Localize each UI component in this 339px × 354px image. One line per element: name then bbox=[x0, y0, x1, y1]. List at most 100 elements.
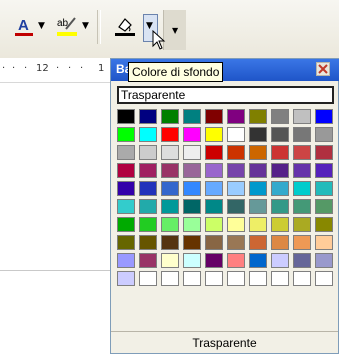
color-swatch[interactable] bbox=[183, 163, 201, 178]
color-swatch[interactable] bbox=[293, 163, 311, 178]
color-swatch[interactable] bbox=[271, 199, 289, 214]
color-swatch[interactable] bbox=[227, 181, 245, 196]
color-swatch[interactable] bbox=[161, 163, 179, 178]
color-swatch[interactable] bbox=[293, 235, 311, 250]
color-swatch[interactable] bbox=[249, 181, 267, 196]
color-swatch[interactable] bbox=[161, 217, 179, 232]
highlight-button[interactable]: ab bbox=[55, 14, 79, 38]
color-swatch[interactable] bbox=[161, 181, 179, 196]
color-swatch[interactable] bbox=[205, 199, 223, 214]
color-swatch[interactable] bbox=[315, 109, 333, 124]
color-swatch[interactable] bbox=[293, 253, 311, 268]
chevron-down-icon[interactable]: ▼ bbox=[172, 26, 178, 35]
color-swatch[interactable] bbox=[315, 145, 333, 160]
color-swatch[interactable] bbox=[139, 127, 157, 142]
color-swatch[interactable] bbox=[271, 253, 289, 268]
color-swatch[interactable] bbox=[315, 127, 333, 142]
color-swatch[interactable] bbox=[315, 235, 333, 250]
color-swatch[interactable] bbox=[227, 145, 245, 160]
color-swatch[interactable] bbox=[227, 163, 245, 178]
color-swatch[interactable] bbox=[227, 253, 245, 268]
color-swatch[interactable] bbox=[139, 271, 157, 286]
color-swatch[interactable] bbox=[293, 181, 311, 196]
color-swatch[interactable] bbox=[161, 235, 179, 250]
color-swatch[interactable] bbox=[315, 253, 333, 268]
font-color-dropdown-arrow[interactable]: ▼ bbox=[38, 21, 45, 31]
color-swatch[interactable] bbox=[227, 109, 245, 124]
color-swatch[interactable] bbox=[183, 271, 201, 286]
color-swatch[interactable] bbox=[161, 199, 179, 214]
color-swatch[interactable] bbox=[117, 127, 135, 142]
color-swatch[interactable] bbox=[205, 145, 223, 160]
transparent-footer-button[interactable]: Trasparente bbox=[111, 331, 338, 354]
color-swatch[interactable] bbox=[271, 109, 289, 124]
color-swatch[interactable] bbox=[139, 109, 157, 124]
color-swatch[interactable] bbox=[227, 271, 245, 286]
color-swatch[interactable] bbox=[205, 181, 223, 196]
color-swatch[interactable] bbox=[249, 271, 267, 286]
color-swatch[interactable] bbox=[183, 145, 201, 160]
color-swatch[interactable] bbox=[293, 199, 311, 214]
color-swatch[interactable] bbox=[293, 145, 311, 160]
color-swatch[interactable] bbox=[227, 235, 245, 250]
color-swatch[interactable] bbox=[315, 199, 333, 214]
color-swatch[interactable] bbox=[139, 145, 157, 160]
color-swatch[interactable] bbox=[205, 235, 223, 250]
color-swatch[interactable] bbox=[249, 163, 267, 178]
color-swatch[interactable] bbox=[139, 217, 157, 232]
close-button[interactable] bbox=[316, 62, 330, 76]
color-swatch[interactable] bbox=[183, 235, 201, 250]
color-swatch[interactable] bbox=[271, 163, 289, 178]
color-swatch[interactable] bbox=[205, 163, 223, 178]
color-swatch[interactable] bbox=[227, 127, 245, 142]
color-swatch[interactable] bbox=[117, 235, 135, 250]
color-swatch[interactable] bbox=[139, 235, 157, 250]
color-swatch[interactable] bbox=[117, 181, 135, 196]
color-swatch[interactable] bbox=[183, 253, 201, 268]
color-swatch[interactable] bbox=[183, 127, 201, 142]
color-swatch[interactable] bbox=[139, 163, 157, 178]
color-swatch[interactable] bbox=[117, 163, 135, 178]
color-swatch[interactable] bbox=[249, 253, 267, 268]
color-swatch[interactable] bbox=[315, 217, 333, 232]
color-swatch[interactable] bbox=[139, 181, 157, 196]
font-color-button[interactable]: A bbox=[12, 14, 36, 38]
color-swatch[interactable] bbox=[315, 163, 333, 178]
highlight-dropdown-arrow[interactable]: ▼ bbox=[82, 21, 89, 31]
color-swatch[interactable] bbox=[227, 217, 245, 232]
color-swatch[interactable] bbox=[139, 199, 157, 214]
color-swatch[interactable] bbox=[183, 109, 201, 124]
color-swatch[interactable] bbox=[271, 145, 289, 160]
color-swatch[interactable] bbox=[271, 235, 289, 250]
color-swatch[interactable] bbox=[117, 271, 135, 286]
color-swatch[interactable] bbox=[271, 271, 289, 286]
color-swatch[interactable] bbox=[205, 253, 223, 268]
color-swatch[interactable] bbox=[117, 109, 135, 124]
background-color-button[interactable] bbox=[113, 14, 137, 38]
color-swatch[interactable] bbox=[183, 217, 201, 232]
color-swatch[interactable] bbox=[117, 253, 135, 268]
color-swatch[interactable] bbox=[205, 127, 223, 142]
color-swatch[interactable] bbox=[161, 271, 179, 286]
color-swatch[interactable] bbox=[161, 127, 179, 142]
color-swatch[interactable] bbox=[249, 199, 267, 214]
color-swatch[interactable] bbox=[117, 199, 135, 214]
color-swatch[interactable] bbox=[161, 109, 179, 124]
color-swatch[interactable] bbox=[315, 181, 333, 196]
color-swatch[interactable] bbox=[315, 271, 333, 286]
color-swatch[interactable] bbox=[117, 217, 135, 232]
transparent-option[interactable]: Trasparente bbox=[117, 86, 334, 104]
color-swatch[interactable] bbox=[271, 127, 289, 142]
color-swatch[interactable] bbox=[183, 181, 201, 196]
color-swatch[interactable] bbox=[293, 127, 311, 142]
color-swatch[interactable] bbox=[249, 145, 267, 160]
color-swatch[interactable] bbox=[271, 217, 289, 232]
color-swatch[interactable] bbox=[249, 217, 267, 232]
color-swatch[interactable] bbox=[161, 253, 179, 268]
color-swatch[interactable] bbox=[249, 235, 267, 250]
color-swatch[interactable] bbox=[293, 217, 311, 232]
color-swatch[interactable] bbox=[139, 253, 157, 268]
color-swatch[interactable] bbox=[293, 109, 311, 124]
color-swatch[interactable] bbox=[205, 217, 223, 232]
color-swatch[interactable] bbox=[117, 145, 135, 160]
